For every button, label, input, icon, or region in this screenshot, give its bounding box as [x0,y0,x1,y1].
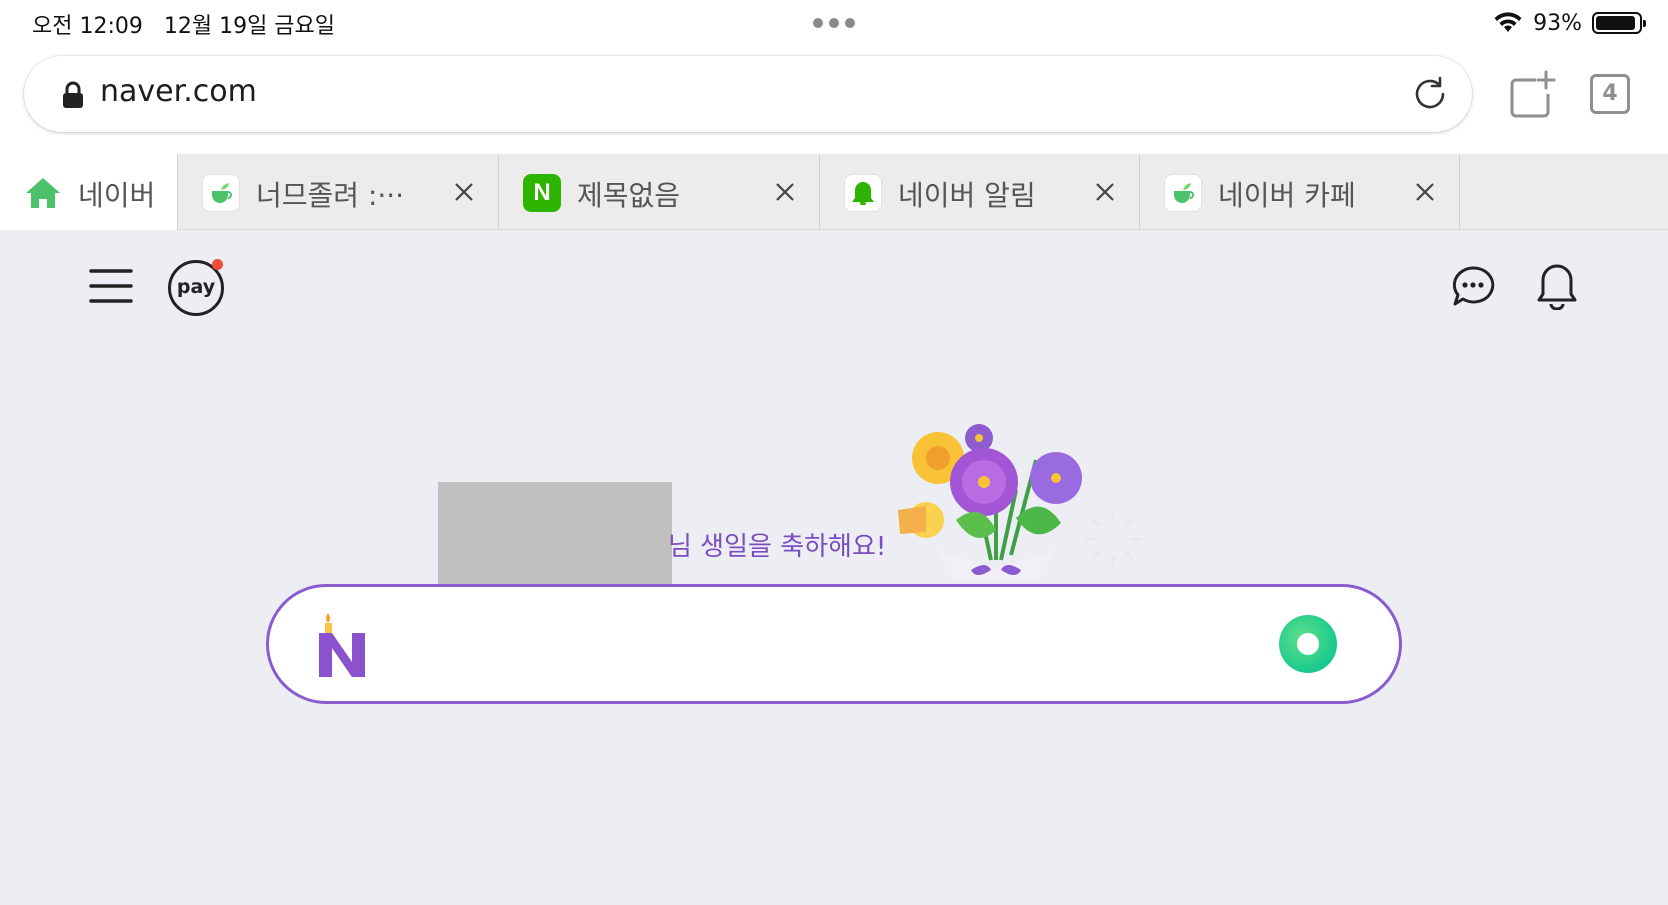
tab-title: 너므졸려 :··· [256,179,405,212]
pay-button[interactable]: pay [168,259,224,316]
birthday-message[interactable]: 님 생일을 축하해요! [668,526,886,563]
house-icon [26,178,60,208]
status-indicators: 93% [1493,8,1646,38]
battery-percent: 93% [1533,10,1582,36]
search-box[interactable]: N [266,584,1402,704]
green-cup-icon [202,174,240,212]
bell-icon[interactable] [1534,262,1580,310]
flower-bouquet-icon[interactable] [896,420,1096,590]
bell-icon [844,174,882,212]
multitasking-dots-icon[interactable] [813,18,857,28]
new-tab-icon[interactable] [1508,70,1556,120]
close-icon[interactable] [773,180,797,204]
tab-strip: 네이버 너므졸려 :··· N 제목없음 네이버 알림 네이버 카페 [0,154,1668,230]
lock-icon [63,81,83,108]
tab-title: 네이버 [78,179,156,212]
tab-cafe-post[interactable]: 너므졸려 :··· [178,154,499,230]
address-bar[interactable]: naver.com [24,56,1472,132]
tab-count: 4 [1602,81,1618,106]
tab-title: 네이버 카페 [1218,179,1356,212]
birthday-candle-n-logo-icon[interactable] [315,609,369,681]
tab-count-icon[interactable]: 4 [1590,74,1630,114]
naver-n-icon: N [523,174,561,212]
redacted-username [438,482,672,586]
tab-naver-cafe[interactable]: 네이버 카페 [1140,154,1460,230]
tab-untitled[interactable]: N 제목없음 [499,154,820,230]
notification-dot [212,259,223,270]
battery-icon [1592,12,1646,34]
close-icon[interactable] [1093,180,1117,204]
tab-naver-notifications[interactable]: 네이버 알림 [820,154,1140,230]
tab-title: 제목없음 [577,179,681,212]
tab-naver[interactable]: 네이버 [0,154,178,230]
menu-icon[interactable] [88,266,134,306]
green-cup-icon [1164,174,1202,212]
url-text[interactable]: naver.com [100,74,257,109]
close-icon[interactable] [1413,180,1437,204]
pay-label: pay [176,276,216,298]
browser-chrome: 오전 12:09 12월 19일 금요일 93% naver.com 4 네이버… [0,0,1668,230]
reload-icon[interactable] [1410,74,1450,114]
tab-title: 네이버 알림 [898,179,1036,212]
status-time: 오전 12:09 12월 19일 금요일 [32,14,336,39]
spinner-icon [1084,510,1142,568]
close-icon[interactable] [452,180,476,204]
green-lens-icon[interactable] [1279,615,1337,673]
chat-icon[interactable] [1450,264,1496,310]
wifi-icon [1494,12,1522,32]
